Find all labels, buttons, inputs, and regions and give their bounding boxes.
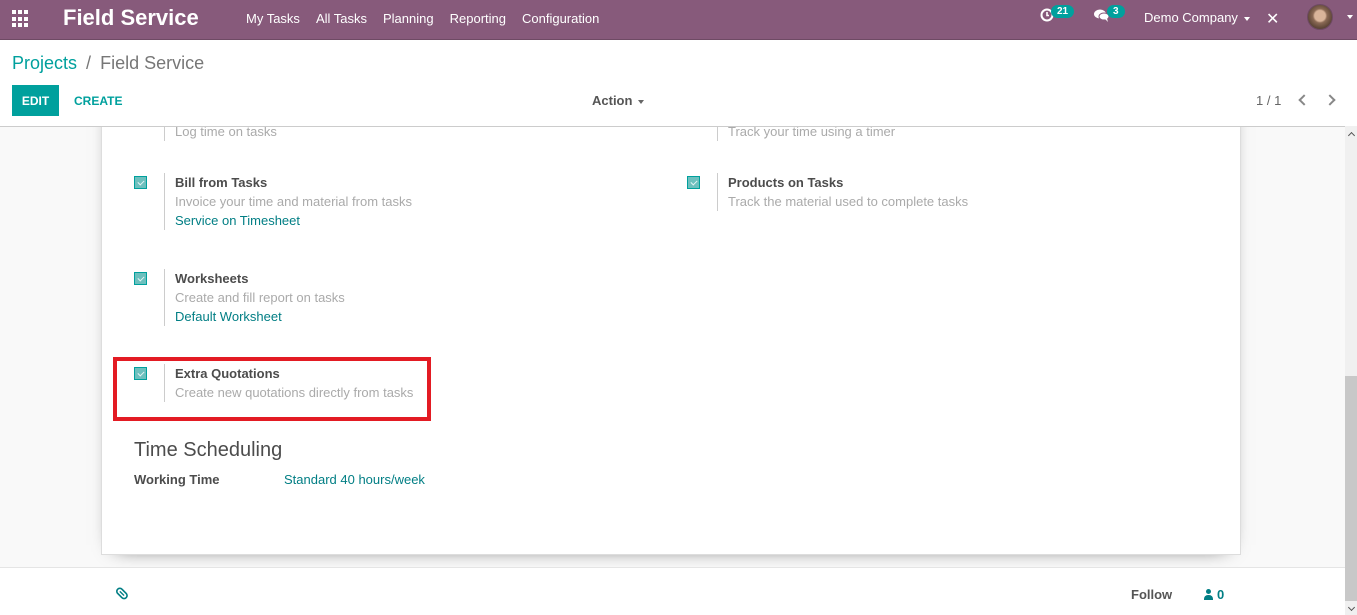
apps-menu-icon[interactable]: [12, 10, 30, 28]
breadcrumb-separator: /: [86, 53, 92, 73]
company-switcher[interactable]: Demo Company: [1144, 10, 1250, 25]
form-content-area: Log time on tasks Track your time using …: [0, 126, 1345, 567]
working-time-link[interactable]: Standard 40 hours/week: [284, 472, 425, 487]
user-menu-caret-icon[interactable]: [1347, 15, 1353, 19]
menu-reporting[interactable]: Reporting: [442, 11, 514, 26]
caret-down-icon: [638, 99, 645, 104]
pager-value[interactable]: 1 / 1: [1256, 93, 1281, 108]
bill-from-tasks-checkbox[interactable]: [134, 176, 147, 189]
chevron-left-icon: [1298, 94, 1310, 106]
chatter-bar: Follow 0: [0, 567, 1345, 615]
menu-configuration[interactable]: Configuration: [514, 11, 607, 26]
vertical-scrollbar[interactable]: [1345, 126, 1357, 615]
setting-description: Track your time using a timer: [728, 126, 896, 139]
menu-planning[interactable]: Planning: [375, 11, 442, 26]
pager-previous-button[interactable]: [1294, 89, 1314, 111]
debug-tools-icon[interactable]: ✕: [1266, 9, 1279, 29]
followers-button[interactable]: 0: [1204, 587, 1224, 602]
breadcrumb-current: Field Service: [100, 53, 205, 73]
worksheets-checkbox[interactable]: [134, 272, 147, 285]
breadcrumb: Projects / Field Service: [12, 53, 204, 74]
app-brand[interactable]: Field Service: [63, 5, 199, 31]
create-button[interactable]: CREATE: [64, 85, 132, 116]
activity-count-badge: 21: [1051, 4, 1075, 18]
company-name: Demo Company: [1144, 10, 1238, 25]
menu-all-tasks[interactable]: All Tasks: [308, 11, 375, 26]
scroll-up-button[interactable]: [1345, 128, 1357, 140]
time-scheduling-heading: Time Scheduling: [134, 439, 283, 461]
edit-button[interactable]: EDIT: [12, 85, 59, 116]
setting-title: Products on Tasks: [728, 175, 844, 190]
scrollbar-thumb[interactable]: [1345, 376, 1357, 601]
top-navbar: Field Service My Tasks All Tasks Plannin…: [0, 0, 1357, 40]
setting-description: Invoice your time and material from task…: [175, 194, 412, 209]
menu-my-tasks[interactable]: My Tasks: [238, 11, 308, 26]
chevron-down-icon: [1347, 603, 1355, 612]
caret-down-icon: [1243, 16, 1250, 21]
paperclip-icon[interactable]: [113, 584, 134, 605]
action-label: Action: [592, 93, 633, 108]
setting-title: Worksheets: [175, 271, 249, 286]
action-dropdown[interactable]: Action: [592, 93, 645, 108]
message-count-badge: 3: [1107, 4, 1125, 18]
breadcrumb-projects[interactable]: Projects: [12, 53, 77, 73]
pager-next-button[interactable]: [1320, 89, 1340, 111]
messages-menu[interactable]: 3: [1094, 4, 1125, 22]
main-menu: My Tasks All Tasks Planning Reporting Co…: [238, 0, 607, 36]
service-on-timesheet-link[interactable]: Service on Timesheet: [175, 211, 412, 230]
followers-count: 0: [1217, 587, 1225, 602]
user-avatar[interactable]: [1307, 4, 1333, 30]
setting-description: Log time on tasks: [175, 126, 277, 139]
setting-title: Bill from Tasks: [175, 175, 268, 190]
working-time-label: Working Time: [134, 472, 220, 487]
activity-menu[interactable]: 21: [1040, 4, 1075, 22]
highlight-annotation-box: [113, 357, 431, 421]
follow-button[interactable]: Follow: [1131, 587, 1172, 602]
chevron-right-icon: [1324, 94, 1336, 106]
user-icon: [1204, 589, 1213, 600]
scroll-down-button[interactable]: [1345, 603, 1357, 615]
setting-description: Track the material used to complete task…: [728, 194, 969, 209]
setting-description: Create and fill report on tasks: [175, 290, 345, 305]
products-on-tasks-checkbox[interactable]: [687, 176, 700, 189]
chevron-up-icon: [1347, 131, 1355, 140]
form-sheet: Log time on tasks Track your time using …: [101, 126, 1241, 555]
default-worksheet-link[interactable]: Default Worksheet: [175, 307, 345, 326]
